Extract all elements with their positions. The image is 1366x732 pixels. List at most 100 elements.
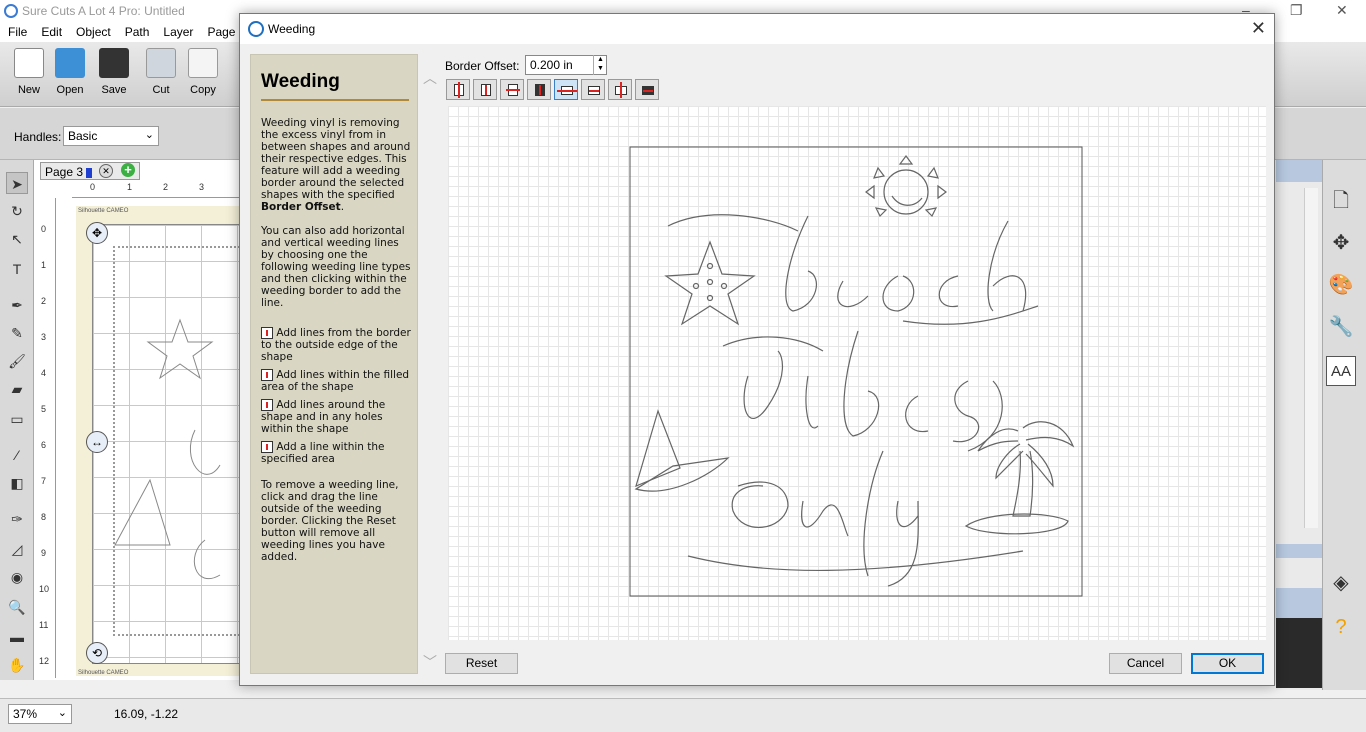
vline-around-button[interactable] [500,79,524,100]
hline-around-button[interactable] [608,79,632,100]
only-lettering [687,450,1024,587]
hline-filled-button[interactable] [581,79,605,100]
restore-icon[interactable]: ❐ [1290,2,1303,19]
vline-outside-button[interactable] [446,79,470,100]
palm-tree-shape [964,421,1075,535]
add-page-icon[interactable]: + [121,163,135,177]
zoom-value: 37% [13,707,38,721]
layer-row-selected[interactable] [1276,588,1322,618]
mat-label-bottom: Silhouette CAMEO [78,670,129,676]
cancel-button[interactable]: Cancel [1109,653,1182,674]
handles-select[interactable]: Basic ⌄ [63,126,159,146]
help-item: Add lines around the shape and in any ho… [261,399,413,435]
rectangle-tool-icon[interactable]: ▭ [6,408,28,430]
starfish-shape [664,240,756,326]
ruler-tick: 2 [41,296,47,306]
move-panel-icon[interactable]: ✥ [1326,228,1356,258]
pen-tool-icon[interactable]: ✒ [6,294,28,316]
color-palette-icon[interactable]: 🎨 [1326,270,1356,300]
transform-tool-icon[interactable]: ◿ [6,538,28,560]
scroll-up-icon[interactable]: ︿ [423,68,437,88]
rotate-handle-icon[interactable]: ⟲ [86,642,108,664]
zoom-tool-icon[interactable]: 🔍 [6,596,28,618]
new-button[interactable]: New [9,48,49,96]
ruler-tick: 6 [41,440,47,450]
hand-tool-icon[interactable]: ✋ [6,654,28,676]
lettering-shape [193,539,221,580]
dock-scrollbar[interactable] [1304,188,1318,528]
ruler-tool-icon[interactable]: ▬ [6,626,28,648]
pencil-tool-icon[interactable]: ✎ [6,322,28,344]
dock-header [1276,160,1322,182]
hline-outside-button[interactable] [554,79,578,100]
app-title: Sure Cuts A Lot 4 Pro: Untitled [22,4,185,18]
copy-button[interactable]: Copy [183,48,223,96]
menu-edit[interactable]: Edit [33,22,68,39]
cursor-coordinates: 16.09, -1.22 [114,707,179,721]
close-page-icon[interactable]: ✕ [99,164,113,178]
close-window-icon[interactable]: ✕ [1336,2,1348,19]
vline-area-icon [261,441,273,453]
dialog-close-icon[interactable]: ✕ [1251,18,1266,39]
save-button[interactable]: Save [94,48,134,96]
ruler-tick: 9 [41,548,47,558]
page-tab-label: Page 3 [45,165,84,179]
menu-path[interactable]: Path [117,22,156,39]
border-offset-spinner[interactable]: ▲ ▼ [593,55,607,75]
ruler-tick: 5 [41,404,47,414]
open-button[interactable]: Open [50,48,90,96]
ok-button[interactable]: OK [1191,653,1264,674]
new-label: New [17,84,40,96]
scissors-icon [146,48,176,78]
node-tool-icon[interactable]: ↖ [6,228,28,250]
help-pane: Weeding Weeding vinyl is removing the ex… [250,54,418,674]
menu-object[interactable]: Object [68,22,117,39]
knife-tool-icon[interactable]: ✑ [6,508,28,530]
vline-area-button[interactable] [527,79,551,100]
text-tool-icon[interactable]: T [6,258,28,280]
weeding-preview[interactable] [448,106,1266,640]
lasso-tool-icon[interactable]: ↻ [6,200,28,222]
help-item-3: Add lines around the shape and in any ho… [261,399,386,435]
weeding-icon [248,21,264,37]
ruler-tick: 0 [41,224,47,234]
reset-button[interactable]: Reset [445,653,518,674]
menu-file[interactable]: File [0,22,33,39]
line-marker [506,89,520,91]
gradient-tool-icon[interactable]: ◧ [6,472,28,494]
help-icon[interactable]: ? [1326,612,1356,642]
layers-icon[interactable]: ◈ [1326,568,1356,598]
vline-filled-button[interactable] [473,79,497,100]
line-marker [539,85,541,95]
app-logo-icon [4,4,18,18]
scroll-down-icon[interactable]: ﹀ [423,652,437,672]
hline-area-button[interactable] [635,79,659,100]
canvas-design-preview [114,318,221,580]
ruler-tick: 8 [41,512,47,522]
layer-panel-dark [1276,618,1322,688]
select-tool-icon[interactable]: ➤ [6,172,28,194]
new-doc-icon [14,48,44,78]
menu-layer[interactable]: Layer [155,22,199,39]
cut-button[interactable]: Cut [141,48,181,96]
eyedropper-tool-icon[interactable]: ⁄ [6,444,28,466]
move-handle-icon[interactable]: ✥ [86,222,108,244]
weld-tool-icon[interactable]: ◉ [6,566,28,588]
weeding-dialog: Weeding ✕ Weeding Weeding vinyl is remov… [239,13,1275,686]
menu-page[interactable]: Page [199,22,241,39]
page-settings-icon[interactable]: 🗋 [1326,186,1356,216]
sun-shape [865,155,947,218]
help-scrollbar[interactable]: ︿ ﹀ [420,54,437,674]
ruler-tick: 1 [41,260,47,270]
eraser-tool-icon[interactable]: ▰ [6,378,28,400]
help-item-1: Add lines from the border to the outside… [261,327,411,363]
ruler-left: 0 1 2 3 4 5 6 7 8 9 10 11 12 [38,198,56,678]
help-p1-bold: Border Offset [261,201,341,213]
brush-tool-icon[interactable]: 🖌 [6,350,28,372]
text-style-icon[interactable]: AA [1326,356,1356,386]
right-dock [1276,160,1322,690]
line-marker [589,90,599,92]
zoom-select[interactable]: 37% ⌄ [8,704,72,724]
resize-horizontal-handle-icon[interactable]: ↔ [86,431,108,453]
wrench-icon[interactable]: 🔧 [1326,312,1356,342]
